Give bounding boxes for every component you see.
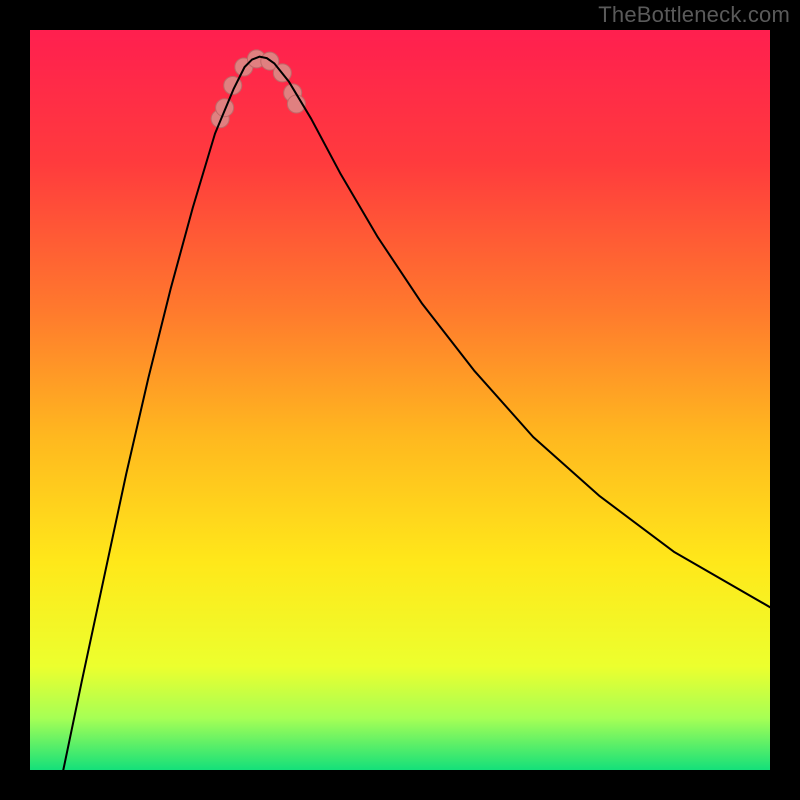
gradient-background: [30, 30, 770, 770]
chart-svg: [30, 30, 770, 770]
chart-frame: TheBottleneck.com: [0, 0, 800, 800]
plot-area: [30, 30, 770, 770]
highlight-marker: [216, 99, 234, 117]
attribution-label: TheBottleneck.com: [598, 2, 790, 28]
